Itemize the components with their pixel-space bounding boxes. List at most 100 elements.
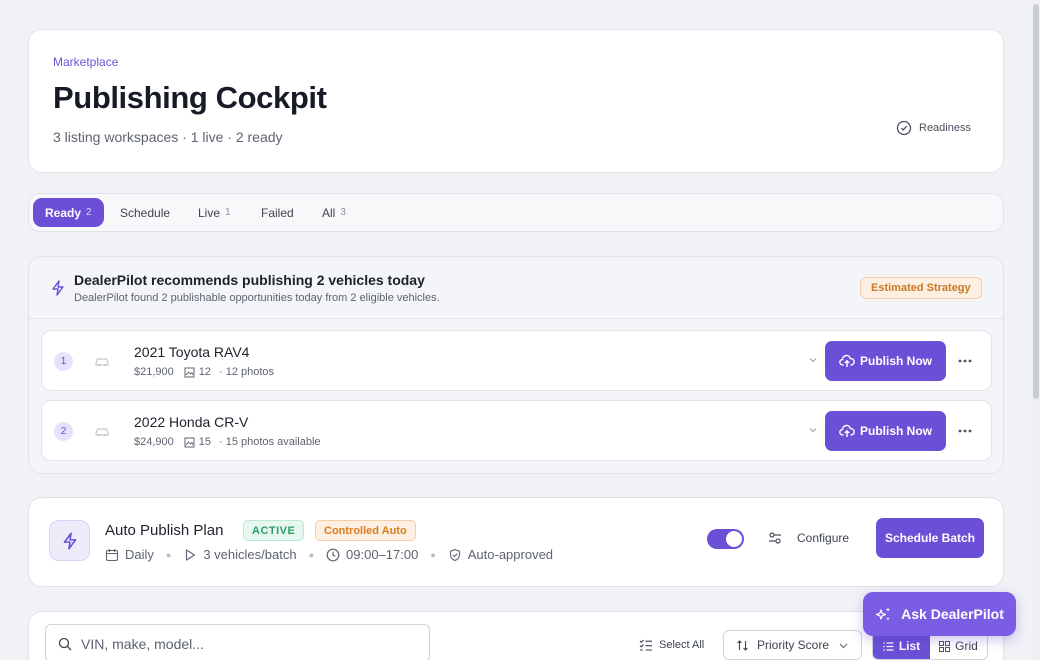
search-input[interactable]	[81, 633, 421, 655]
vehicle-price: $24,900	[134, 436, 174, 448]
cloud-upload-icon	[839, 354, 855, 367]
vehicle-meta: $21,900 12 · 12 photos	[134, 366, 274, 378]
tab-schedule[interactable]: Schedule	[108, 198, 182, 227]
strategy-badge: Estimated Strategy	[860, 277, 982, 299]
more-horizontal-icon	[958, 359, 972, 363]
plan-enabled-toggle[interactable]	[707, 529, 744, 549]
view-grid-button[interactable]: Grid	[930, 633, 987, 659]
readiness-button[interactable]: Readiness	[896, 120, 971, 136]
schedule-batch-button[interactable]: Schedule Batch	[876, 518, 984, 558]
status-tabs: Ready 2 Schedule Live 1 Failed All 3	[28, 193, 1004, 232]
vehicle-row[interactable]: 1 2021 Toyota RAV4 $21,900 12 · 12 photo…	[41, 330, 992, 391]
publish-label: Publish Now	[860, 424, 932, 438]
separator-dot: ●	[308, 549, 315, 560]
view-list-button[interactable]: List	[873, 633, 930, 659]
header-card: Marketplace Publishing Cockpit 3 listing…	[28, 29, 1004, 173]
plan-meta: Daily ● 3 vehicles/batch ● 09:00–17:00 ●…	[105, 547, 553, 562]
cloud-upload-icon	[839, 424, 855, 437]
page-title: Publishing Cockpit	[53, 80, 327, 115]
tab-failed[interactable]: Failed	[249, 198, 306, 227]
shield-check-icon	[449, 548, 460, 561]
calendar-icon	[105, 548, 119, 561]
tab-ready[interactable]: Ready 2	[33, 198, 104, 227]
list-icon	[883, 641, 894, 651]
page-scrollbar[interactable]	[1032, 0, 1040, 660]
play-icon	[186, 548, 196, 561]
photo-count: 12	[198, 366, 212, 378]
more-options-button[interactable]	[955, 421, 975, 441]
vehicle-meta: $24,900 15 · 15 photos available	[134, 436, 321, 448]
chevron-down-icon[interactable]	[808, 355, 818, 365]
publish-now-button[interactable]: Publish Now	[825, 411, 946, 451]
photo-count: 15	[198, 436, 212, 448]
vehicle-name[interactable]: 2021 Toyota RAV4	[134, 344, 249, 360]
chevron-down-icon	[839, 643, 848, 649]
recommendation-panel: DealerPilot recommends publishing 2 vehi…	[28, 256, 1004, 474]
mode-badge: Controlled Auto	[315, 520, 416, 541]
breadcrumb[interactable]: Marketplace	[53, 55, 118, 69]
toggle-knob	[726, 531, 742, 547]
tab-label: Schedule	[120, 205, 171, 220]
tab-count: 1	[225, 207, 231, 218]
view-list-label: List	[898, 639, 921, 653]
image-icon	[184, 367, 195, 377]
status-badge: ACTIVE	[243, 520, 305, 541]
clock-icon	[326, 548, 340, 561]
divider	[29, 318, 1003, 319]
tab-label: Live	[198, 205, 221, 220]
check-circle-icon	[896, 120, 912, 136]
separator-dot: ●	[430, 549, 436, 560]
lightning-icon	[52, 280, 64, 296]
sparkles-icon	[876, 607, 891, 621]
search-icon	[58, 637, 72, 651]
search-field[interactable]	[45, 624, 430, 660]
inventory-list-card: Select All Priority Score List Grid	[28, 611, 1004, 660]
recommendation-description: DealerPilot found 2 publishable opportun…	[74, 292, 440, 304]
view-grid-label: Grid	[955, 639, 978, 653]
rank-badge: 1	[54, 352, 73, 371]
page-subtitle: 3 listing workspaces · 1 live · 2 ready	[53, 129, 283, 145]
vehicle-price: $21,900	[134, 366, 174, 378]
tab-label: Failed	[261, 205, 294, 220]
photos-text: · 15 photos available	[219, 436, 321, 448]
grid-icon	[939, 640, 951, 652]
tab-count: 3	[340, 207, 346, 218]
plan-batch-size: 3 vehicles/batch	[203, 547, 297, 562]
tab-count: 2	[86, 207, 92, 218]
select-all-button[interactable]: Select All	[639, 638, 704, 652]
ask-dealerpilot-button[interactable]: Ask DealerPilot	[863, 592, 1016, 636]
scrollbar-thumb[interactable]	[1033, 4, 1039, 399]
configure-button[interactable]: Configure	[767, 530, 849, 546]
tab-live[interactable]: Live 1	[186, 198, 243, 227]
vehicle-row[interactable]: 2 2022 Honda CR-V $24,900 15 · 15 photos…	[41, 400, 992, 461]
plan-time-window: 09:00–17:00	[346, 547, 419, 562]
publish-label: Publish Now	[860, 354, 932, 368]
separator-dot: ●	[165, 549, 172, 560]
tab-all[interactable]: All 3	[310, 198, 358, 227]
plan-title: Auto Publish Plan	[105, 522, 224, 539]
ask-dealerpilot-label: Ask DealerPilot	[901, 606, 1004, 622]
readiness-label: Readiness	[919, 122, 971, 134]
recommendation-title: DealerPilot recommends publishing 2 vehi…	[74, 272, 425, 288]
photos-text: · 12 photos	[219, 366, 275, 378]
plan-approval: Auto-approved	[467, 547, 554, 562]
more-horizontal-icon	[958, 429, 972, 433]
configure-label: Configure	[797, 531, 850, 545]
plan-icon-tile	[49, 520, 90, 561]
plan-frequency: Daily	[125, 547, 154, 562]
tab-label: All	[322, 205, 336, 220]
list-checks-icon	[639, 639, 652, 651]
vehicle-name[interactable]: 2022 Honda CR-V	[134, 414, 248, 430]
chevron-down-icon[interactable]	[808, 425, 818, 435]
rank-badge: 2	[54, 422, 73, 441]
car-icon	[95, 428, 109, 436]
car-icon	[95, 358, 109, 366]
tab-label: Ready	[45, 205, 82, 220]
view-toggle: List Grid	[872, 632, 988, 660]
auto-publish-plan-card: Auto Publish Plan ACTIVE Controlled Auto…	[28, 497, 1004, 587]
publish-now-button[interactable]: Publish Now	[825, 341, 946, 381]
more-options-button[interactable]	[955, 351, 975, 371]
sort-select[interactable]: Priority Score	[723, 630, 862, 660]
sort-arrows-icon	[737, 639, 748, 651]
sort-value: Priority Score	[757, 638, 830, 652]
